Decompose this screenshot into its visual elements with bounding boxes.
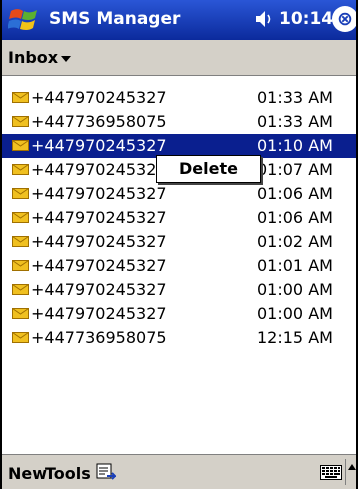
received-time: 01:06 AM xyxy=(257,208,333,227)
envelope-icon xyxy=(12,116,29,127)
clock[interactable]: 10:14 xyxy=(279,9,333,29)
envelope-icon xyxy=(12,284,29,295)
sender-number: +447736958075 xyxy=(31,112,167,131)
received-time: 01:00 AM xyxy=(257,304,333,323)
sender-number: +447970245327 xyxy=(31,304,167,323)
title-bar: SMS Manager 10:14 ⊗ xyxy=(2,0,356,40)
separator xyxy=(345,459,346,485)
envelope-icon xyxy=(12,332,29,343)
sender-number: +447970245327 xyxy=(31,88,167,107)
new-button[interactable]: New xyxy=(8,464,47,483)
message-row[interactable]: +447736958075 01:33 AM xyxy=(2,110,356,134)
envelope-icon xyxy=(12,212,29,223)
message-row[interactable]: +447970245327 01:00 AM xyxy=(2,278,356,302)
envelope-icon xyxy=(12,308,29,319)
sender-number: +447970245327 xyxy=(31,184,167,203)
tools-menu[interactable]: Tools xyxy=(45,464,91,483)
close-button[interactable]: ⊗ xyxy=(332,6,356,32)
received-time: 01:10 AM xyxy=(257,136,333,155)
received-time: 01:33 AM xyxy=(257,88,333,107)
app-title: SMS Manager xyxy=(49,9,181,29)
folder-bar: Inbox xyxy=(2,40,356,76)
menu-bar: New Tools xyxy=(2,454,356,489)
received-time: 01:06 AM xyxy=(257,184,333,203)
envelope-icon xyxy=(12,260,29,271)
speaker-icon[interactable] xyxy=(254,8,274,30)
received-time: 01:07 AM xyxy=(257,160,333,179)
sender-number: +447970245327 xyxy=(31,280,167,299)
folder-label: Inbox xyxy=(8,48,59,67)
sender-number: +447970245327 xyxy=(31,136,167,155)
message-list: +447970245327 01:33 AM +447736958075 01:33 … xyxy=(2,86,356,350)
message-row[interactable]: +447970245327 01:06 AM xyxy=(2,182,356,206)
delete-menu-item[interactable]: Delete xyxy=(179,159,238,178)
context-menu: Delete xyxy=(156,155,261,183)
folder-dropdown[interactable]: Inbox xyxy=(8,48,72,67)
reply-icon[interactable] xyxy=(96,463,116,481)
received-time: 01:02 AM xyxy=(257,232,333,251)
envelope-icon xyxy=(12,140,29,151)
sender-number: +447970245327 xyxy=(31,256,167,275)
message-row[interactable]: +447970245327 01:02 AM xyxy=(2,230,356,254)
received-time: 01:00 AM xyxy=(257,280,333,299)
message-row[interactable]: +447970245327 01:33 AM xyxy=(2,86,356,110)
envelope-icon xyxy=(12,236,29,247)
envelope-icon xyxy=(12,164,29,175)
keyboard-icon[interactable] xyxy=(320,465,342,480)
chevron-down-icon xyxy=(61,55,72,62)
message-row[interactable]: +447970245327 01:00 AM xyxy=(2,302,356,326)
input-selector-arrow-icon[interactable] xyxy=(348,464,356,470)
window: SMS Manager 10:14 ⊗ Inbox +447970245327 0… xyxy=(0,0,358,489)
sender-number: +447970245327 xyxy=(31,160,167,179)
received-time: 12:15 AM xyxy=(257,328,333,347)
sender-number: +447736958075 xyxy=(31,328,167,347)
sender-number: +447970245327 xyxy=(31,208,167,227)
envelope-icon xyxy=(12,188,29,199)
message-row[interactable]: +447970245327 01:01 AM xyxy=(2,254,356,278)
received-time: 01:01 AM xyxy=(257,256,333,275)
message-row[interactable]: +447970245327 01:06 AM xyxy=(2,206,356,230)
sender-number: +447970245327 xyxy=(31,232,167,251)
received-time: 01:33 AM xyxy=(257,112,333,131)
windows-start-icon[interactable] xyxy=(8,5,40,35)
envelope-icon xyxy=(12,92,29,103)
message-row[interactable]: +447736958075 12:15 AM xyxy=(2,326,356,350)
